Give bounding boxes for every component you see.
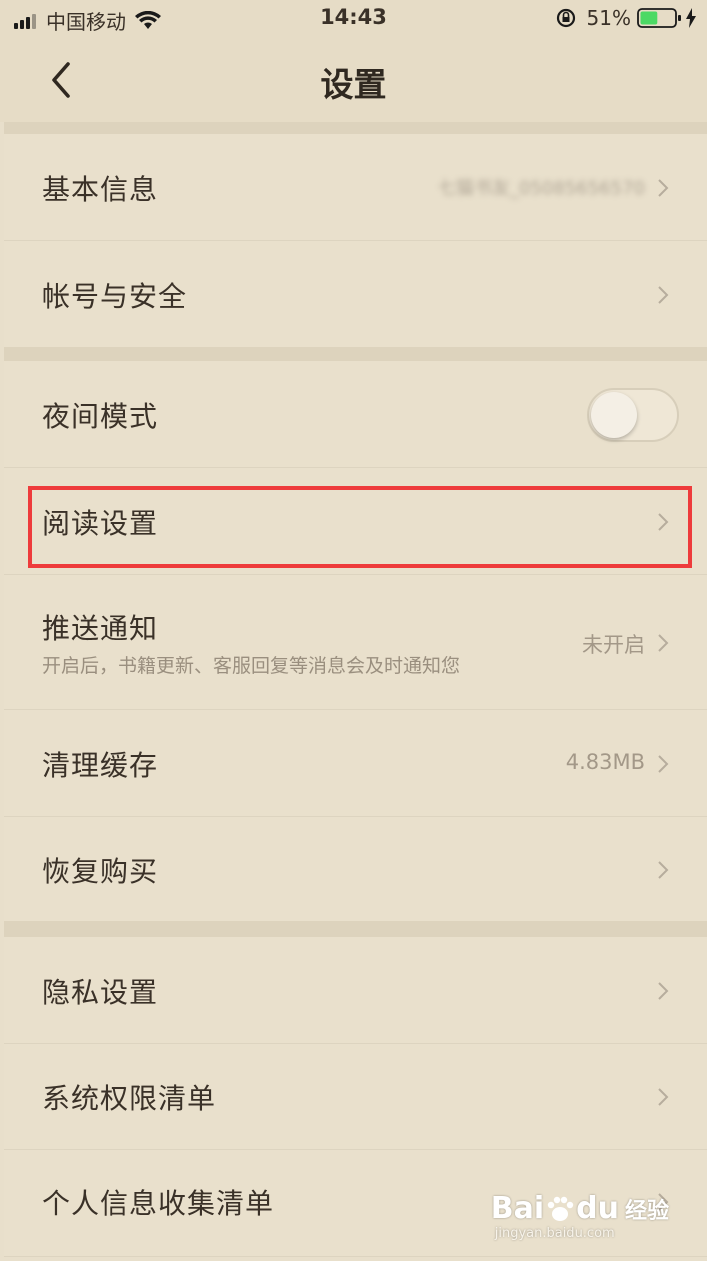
chevron-right-icon	[658, 634, 669, 652]
settings-row-restore-purchase[interactable]: 恢复购买	[4, 817, 707, 921]
row-label: 个人信息收集清单	[42, 1187, 275, 1220]
row-value-username: 七猫书友_05085656570	[438, 178, 645, 199]
battery-icon	[637, 8, 681, 28]
row-label: 恢复购买	[42, 855, 159, 888]
battery-percent: 51%	[586, 6, 631, 30]
row-label: 夜间模式	[42, 400, 159, 433]
chevron-right-icon	[658, 1088, 669, 1106]
watermark-brand-right: du	[576, 1191, 619, 1226]
charging-bolt-icon	[686, 8, 696, 28]
row-subtitle: 开启后，书籍更新、客服回复等消息会及时通知您	[42, 655, 461, 677]
chevron-right-icon	[658, 982, 669, 1000]
watermark-brand-left: Bai	[490, 1191, 545, 1226]
settings-row-clear-cache[interactable]: 清理缓存 4.83MB	[4, 710, 707, 817]
row-label: 帐号与安全	[42, 280, 188, 313]
row-label: 隐私设置	[42, 976, 159, 1009]
section-divider	[4, 921, 707, 937]
settings-row-basic-info[interactable]: 基本信息 七猫书友_05085656570	[4, 134, 707, 241]
section-divider	[4, 122, 707, 134]
chevron-right-icon	[658, 179, 669, 197]
settings-row-night-mode: 夜间模式	[4, 361, 707, 468]
row-label: 清理缓存	[42, 749, 159, 782]
rotation-lock-icon	[556, 8, 575, 28]
settings-row-push-notification[interactable]: 推送通知 开启后，书籍更新、客服回复等消息会及时通知您 未开启	[4, 575, 707, 710]
row-value-cache-size: 4.83MB	[565, 750, 645, 774]
row-value-status: 未开启	[582, 633, 645, 657]
settings-row-account-security[interactable]: 帐号与安全	[4, 241, 707, 347]
status-right: 51%	[555, 6, 697, 30]
status-bar: 中国移动 14:43 51%	[0, 0, 707, 38]
night-mode-toggle[interactable]	[587, 388, 679, 442]
toggle-knob	[591, 392, 637, 438]
watermark-url: jingyan.baidu.com	[494, 1226, 615, 1241]
paw-icon	[547, 1196, 574, 1221]
baidu-watermark: Bai du 经验 jingyan.baidu.com	[491, 1191, 669, 1241]
settings-row-privacy-settings[interactable]: 隐私设置	[4, 937, 707, 1044]
highlight-box	[28, 486, 692, 568]
row-label: 系统权限清单	[42, 1082, 217, 1115]
nav-bar: 设置	[0, 38, 707, 122]
row-label: 推送通知	[42, 612, 159, 645]
settings-row-system-permissions[interactable]: 系统权限清单	[4, 1044, 707, 1150]
watermark-brand-cn: 经验	[624, 1198, 669, 1224]
chevron-right-icon	[658, 755, 669, 773]
chevron-right-icon	[658, 861, 669, 879]
page-title: 设置	[320, 65, 387, 104]
chevron-right-icon	[658, 286, 669, 304]
section-divider	[4, 347, 707, 361]
row-label: 基本信息	[42, 173, 159, 206]
